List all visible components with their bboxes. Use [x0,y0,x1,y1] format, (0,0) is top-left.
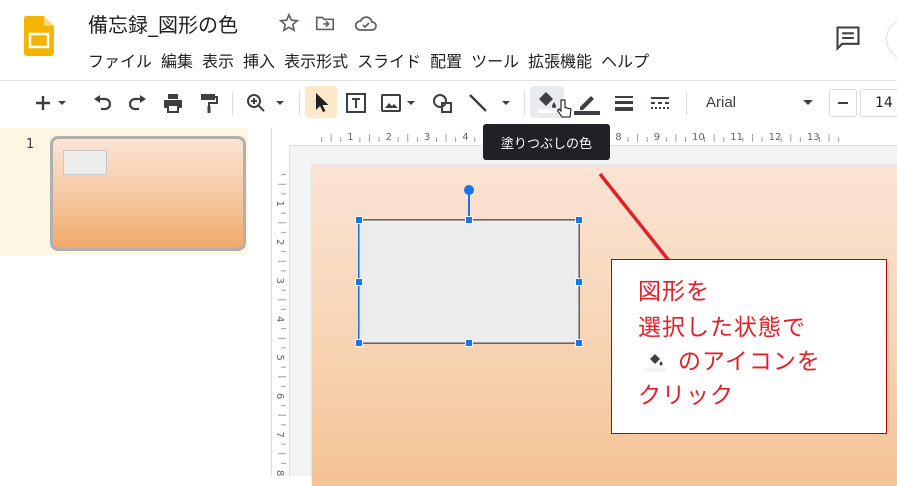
ruler-top-label: 10 [692,132,705,143]
ruler-top-label: 3 [424,132,430,143]
annotation-callout: 図形を 選択した状態で のアイコンを クリック [611,259,887,434]
menu-file[interactable]: ファイル [86,48,159,72]
ruler-left-label: 5 [274,355,285,361]
menu-insert[interactable]: 挿入 [241,48,282,72]
menu-help[interactable]: ヘルプ [599,48,656,72]
slide-number: 1 [26,137,35,152]
present-button[interactable] [886,18,897,60]
print-icon[interactable] [161,91,185,115]
insert-image-icon[interactable] [380,91,420,115]
annotation-arrow-line [598,172,672,264]
toolbar: Arial 14 [0,80,897,125]
ruler-left-label: 8 [274,470,285,476]
menu-format[interactable]: 表示形式 [282,48,355,72]
menu-bar: ファイル 編集 表示 挿入 表示形式 スライド 配置 ツール 拡張機能 ヘルプ [86,48,656,72]
ruler-top-label: 8 [615,132,621,143]
ruler-left-label: 3 [274,278,285,284]
annotation-line-3-text: のアイコンを [678,349,821,375]
annotation-line-3: のアイコンを [638,342,821,376]
vertical-ruler[interactable]: 1 2 3 4 5 6 7 8 [272,145,290,476]
decrease-font-size-button[interactable] [829,89,857,117]
ruler-top-label: 9 [654,132,660,143]
text-box-icon[interactable] [344,91,368,115]
document-title[interactable]: 備忘録_図形の色 [88,9,238,38]
redo-icon[interactable] [126,91,150,115]
rotate-handle[interactable] [464,185,474,195]
annotation-line-4: クリック [638,383,734,409]
resize-handle-se[interactable] [575,339,583,347]
mouse-pointer-hand-icon [557,99,572,118]
fill-color-button[interactable] [530,86,572,118]
font-family-select[interactable]: Arial [698,89,820,117]
menu-edit[interactable]: 編集 [159,48,200,72]
border-color-icon[interactable] [574,91,600,115]
cloud-saved-icon[interactable] [354,12,378,34]
slides-logo-icon[interactable] [23,16,54,56]
border-dash-icon[interactable] [648,91,672,115]
menu-extensions[interactable]: 拡張機能 [526,48,599,72]
ruler-left-label: 4 [274,316,285,322]
annotation-line-2: 選択した状態で [638,315,806,341]
ruler-top-label: 12 [769,132,782,143]
thumbnail-shape [63,150,107,175]
slide-thumbnail[interactable] [50,136,246,251]
border-weight-icon[interactable] [612,91,636,115]
font-size-input[interactable]: 14 [860,89,897,117]
move-to-folder-icon[interactable] [314,12,336,34]
menu-slide[interactable]: スライド [355,48,428,72]
resize-handle-e[interactable] [575,278,583,286]
ruler-top-label: 2 [386,132,392,143]
ruler-left-label: 1 [274,201,285,207]
fill-color-tooltip: 塗りつぶしの色 [483,124,610,160]
font-family-value: Arial [706,94,737,111]
new-slide-button[interactable] [30,91,70,115]
menu-tools[interactable]: ツール [469,48,526,72]
zoom-icon[interactable] [244,91,290,115]
star-icon[interactable] [278,12,300,34]
paint-format-icon[interactable] [197,91,221,115]
menu-arrange[interactable]: 配置 [428,48,469,72]
resize-handle-n[interactable] [465,216,473,224]
ruler-top-label: 11 [730,132,743,143]
comment-history-icon[interactable] [834,24,862,52]
shape-icon[interactable] [430,91,454,115]
select-tool-button[interactable] [305,86,337,118]
undo-icon[interactable] [90,91,114,115]
ruler-left-label: 6 [274,393,285,399]
selection-outline [358,219,580,344]
line-icon[interactable] [466,91,516,115]
ruler-left-label: 2 [274,239,285,245]
resize-handle-nw[interactable] [355,216,363,224]
annotation-line-1: 図形を [638,279,710,305]
ruler-top-label: 13 [807,132,820,143]
resize-handle-ne[interactable] [575,216,583,224]
resize-handle-w[interactable] [355,278,363,286]
ruler-left-label: 7 [274,432,285,438]
chevron-down-icon [803,100,813,105]
resize-handle-s[interactable] [465,339,473,347]
ruler-top-label: 4 [462,132,468,143]
menu-view[interactable]: 表示 [200,48,241,72]
ruler-top-label: 1 [347,132,353,143]
resize-handle-sw[interactable] [355,339,363,347]
fill-color-icon [638,350,678,376]
